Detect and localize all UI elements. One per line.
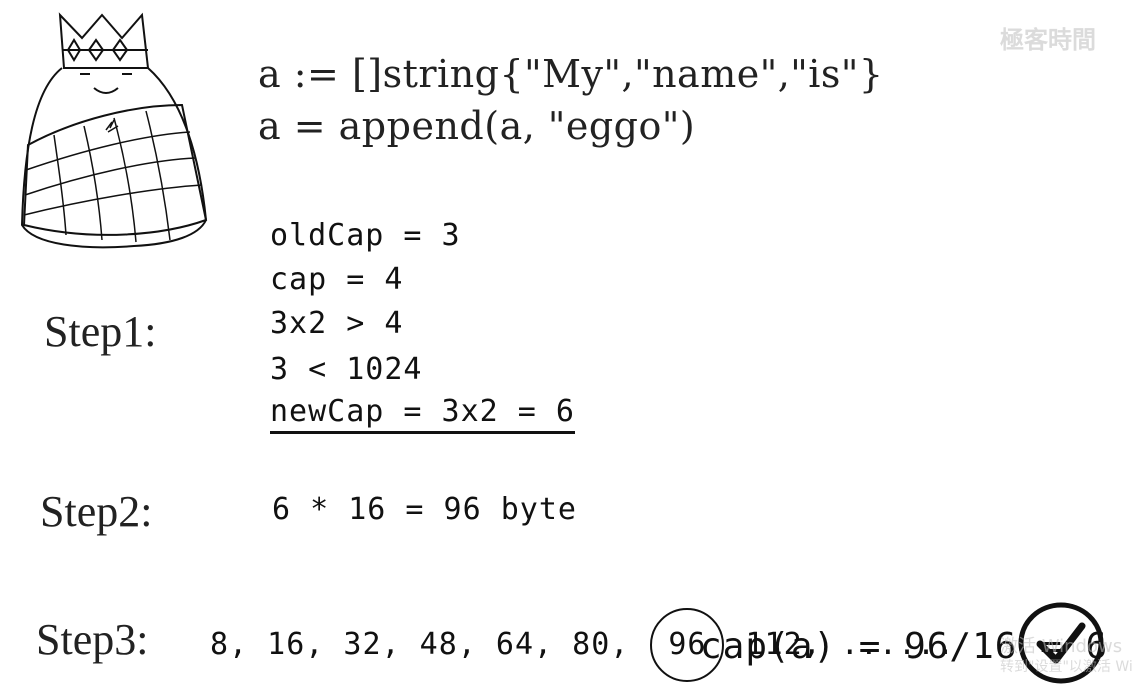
step2-label: Step2: — [40, 487, 153, 536]
step1-line-threshold: 3 < 1024 — [270, 352, 423, 387]
step3-label: Step3: — [36, 615, 149, 664]
code-line-1: a := []string{"My","name","is"} — [258, 52, 884, 96]
activate-windows-title: 激活 Windows — [1000, 636, 1123, 657]
code-line-2: a = append(a, "eggo") — [258, 104, 696, 148]
step1-line-compare: 3x2 > 4 — [270, 306, 404, 341]
step1-line-cap: cap = 4 — [270, 262, 404, 297]
activate-windows-subtitle: 转到"设置"以激活 Wi — [1000, 659, 1133, 675]
step1-label: Step1: — [44, 307, 157, 356]
step1-line-oldcap: oldCap = 3 — [270, 218, 461, 253]
step2-expression: 6 * 16 = 96 byte — [272, 492, 577, 527]
sequence-before: 8, 16, 32, 48, 64, 80, — [210, 627, 630, 662]
step1-line-newcap: newCap = 3x2 = 6 — [270, 394, 575, 434]
crowned-gopher-icon — [20, 12, 208, 249]
brand-watermark: 極客時間 — [1000, 26, 1096, 54]
